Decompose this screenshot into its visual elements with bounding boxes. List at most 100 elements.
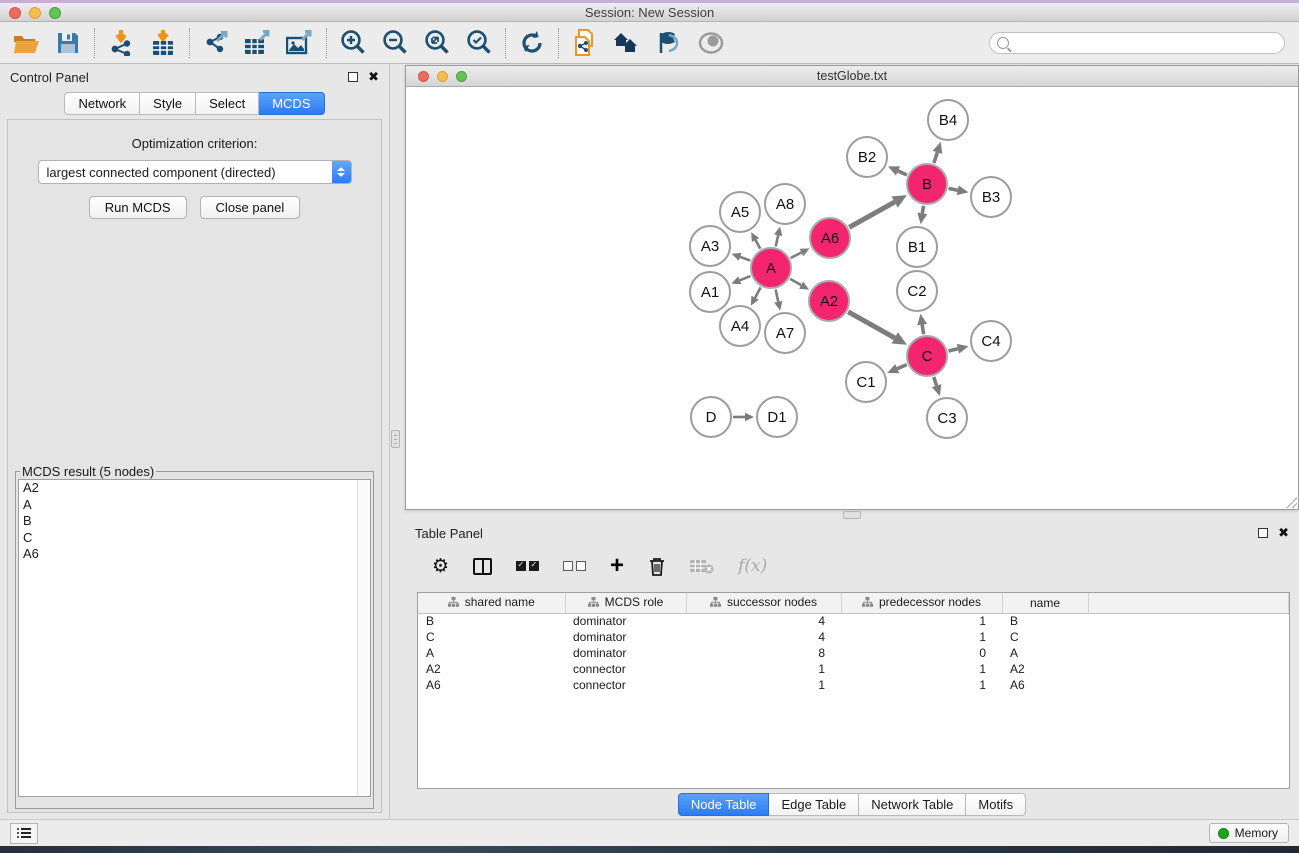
- run-mcds-button[interactable]: Run MCDS: [89, 196, 187, 219]
- graph-node-A4[interactable]: A4: [719, 305, 761, 347]
- graph-node-A[interactable]: A: [750, 247, 792, 289]
- horizontal-divider-grip[interactable]: [843, 511, 861, 519]
- close-window-button[interactable]: [9, 7, 21, 19]
- graph-node-A8[interactable]: A8: [764, 183, 806, 225]
- import-network-icon[interactable]: [107, 29, 135, 57]
- result-scrollbar[interactable]: [357, 480, 370, 796]
- minimize-window-button[interactable]: [29, 7, 41, 19]
- graph-node-C3[interactable]: C3: [926, 397, 968, 439]
- task-history-button[interactable]: [10, 823, 38, 844]
- graph-node-B3[interactable]: B3: [970, 176, 1012, 218]
- zoom-window-button[interactable]: [49, 7, 61, 19]
- tab-motifs[interactable]: Motifs: [966, 793, 1026, 816]
- save-icon[interactable]: [54, 29, 82, 57]
- column-header-successor-nodes[interactable]: successor nodes: [686, 593, 841, 613]
- table-row[interactable]: Cdominator41C: [418, 629, 1289, 645]
- deselect-all-rows-icon[interactable]: [563, 554, 586, 578]
- table-row[interactable]: Bdominator41B: [418, 613, 1289, 629]
- memory-button[interactable]: Memory: [1209, 823, 1289, 843]
- tab-mcds[interactable]: MCDS: [259, 92, 324, 115]
- birdseye-icon[interactable]: [697, 29, 725, 57]
- export-table-icon[interactable]: [244, 29, 272, 57]
- result-item[interactable]: A: [19, 497, 370, 514]
- graph-node-A5[interactable]: A5: [719, 191, 761, 233]
- graph-node-B2[interactable]: B2: [846, 136, 888, 178]
- split-divider-grip[interactable]: [391, 430, 400, 448]
- add-column-icon[interactable]: +: [610, 554, 624, 578]
- export-network-icon[interactable]: [202, 29, 230, 57]
- graph-node-A2[interactable]: A2: [808, 280, 850, 322]
- zoom-out-icon[interactable]: [381, 29, 409, 57]
- graph-node-D[interactable]: D: [690, 396, 732, 438]
- column-header-predecessor-nodes[interactable]: predecessor nodes: [841, 593, 1002, 613]
- export-image-icon[interactable]: [286, 29, 314, 57]
- control-panel-tabs: NetworkStyleSelectMCDS: [0, 92, 389, 115]
- horizontal-divider[interactable]: [405, 510, 1299, 520]
- home-views-icon[interactable]: [613, 29, 641, 57]
- table-toolbar: ⚙ + f(x): [405, 546, 1299, 586]
- clone-network-icon[interactable]: [571, 29, 599, 57]
- result-item[interactable]: C: [19, 530, 370, 547]
- import-table-icon[interactable]: [149, 29, 177, 57]
- graph-node-C2[interactable]: C2: [896, 270, 938, 312]
- result-item[interactable]: A2: [19, 480, 370, 497]
- graph-node-B[interactable]: B: [906, 163, 948, 205]
- open-folder-icon[interactable]: [12, 29, 40, 57]
- graph-node-C4[interactable]: C4: [970, 320, 1012, 362]
- application-window: Session: New Session: [0, 0, 1299, 853]
- network-zoom-button[interactable]: [456, 71, 467, 82]
- close-panel-button[interactable]: Close panel: [200, 196, 301, 219]
- close-panel-icon[interactable]: ✖: [368, 72, 379, 82]
- graph-node-A7[interactable]: A7: [764, 312, 806, 354]
- graph-node-A3[interactable]: A3: [689, 225, 731, 267]
- function-builder-icon[interactable]: f(x): [738, 554, 767, 578]
- criterion-dropdown[interactable]: largest connected component (directed): [38, 160, 352, 184]
- table-options-gear-icon[interactable]: ⚙: [432, 554, 449, 578]
- close-table-panel-icon[interactable]: ✖: [1278, 528, 1289, 538]
- main-toolbar: [0, 22, 1299, 64]
- column-selector-icon[interactable]: [473, 554, 492, 578]
- tab-network[interactable]: Network: [64, 92, 140, 115]
- mcds-result-list[interactable]: A2ABCA6: [18, 479, 371, 797]
- network-window-titlebar[interactable]: testGlobe.txt: [406, 66, 1298, 87]
- table-panel: Table Panel ✖ ⚙ +: [405, 520, 1299, 819]
- column-header-name[interactable]: name: [1002, 593, 1088, 613]
- float-table-panel-icon[interactable]: [1258, 528, 1268, 538]
- table-row[interactable]: A2connector11A2: [418, 661, 1289, 677]
- tab-style[interactable]: Style: [140, 92, 196, 115]
- select-all-rows-icon[interactable]: [516, 554, 539, 578]
- graph-node-C1[interactable]: C1: [845, 361, 887, 403]
- zoom-fit-icon[interactable]: [423, 29, 451, 57]
- search-box[interactable]: [989, 32, 1285, 54]
- node-table[interactable]: shared nameMCDS rolesuccessor nodesprede…: [417, 592, 1290, 789]
- delete-column-icon[interactable]: [648, 554, 666, 578]
- float-panel-icon[interactable]: [348, 72, 358, 82]
- table-row[interactable]: Adominator80A: [418, 645, 1289, 661]
- tab-select[interactable]: Select: [196, 92, 259, 115]
- network-close-button[interactable]: [418, 71, 429, 82]
- network-canvas[interactable]: B4 B2 B B3 A8A5 A6 A3 B1 A A1 C2 A2 A4A7 C4 C C1 D D1 C3: [406, 87, 1298, 509]
- refresh-icon[interactable]: [518, 29, 546, 57]
- column-header-MCDS-role[interactable]: MCDS role: [565, 593, 686, 613]
- show-hide-graphics-icon[interactable]: [655, 29, 683, 57]
- tab-network-table[interactable]: Network Table: [859, 793, 966, 816]
- list-icon: [17, 828, 31, 839]
- column-header-shared-name[interactable]: shared name: [418, 593, 565, 613]
- table-row[interactable]: A6connector11A6: [418, 677, 1289, 693]
- delete-table-icon[interactable]: [690, 554, 714, 578]
- graph-node-B4[interactable]: B4: [927, 99, 969, 141]
- graph-node-B1[interactable]: B1: [896, 226, 938, 268]
- zoom-in-icon[interactable]: [339, 29, 367, 57]
- tab-edge-table[interactable]: Edge Table: [769, 793, 859, 816]
- graph-node-C[interactable]: C: [906, 335, 948, 377]
- network-minimize-button[interactable]: [437, 71, 448, 82]
- result-item[interactable]: A6: [19, 546, 370, 563]
- tab-node-table[interactable]: Node Table: [678, 793, 770, 816]
- result-item[interactable]: B: [19, 513, 370, 530]
- graph-node-A6[interactable]: A6: [809, 217, 851, 259]
- search-input[interactable]: [1013, 36, 1284, 50]
- zoom-selected-icon[interactable]: [465, 29, 493, 57]
- graph-node-D1[interactable]: D1: [756, 396, 798, 438]
- memory-label: Memory: [1235, 826, 1278, 840]
- graph-node-A1[interactable]: A1: [689, 271, 731, 313]
